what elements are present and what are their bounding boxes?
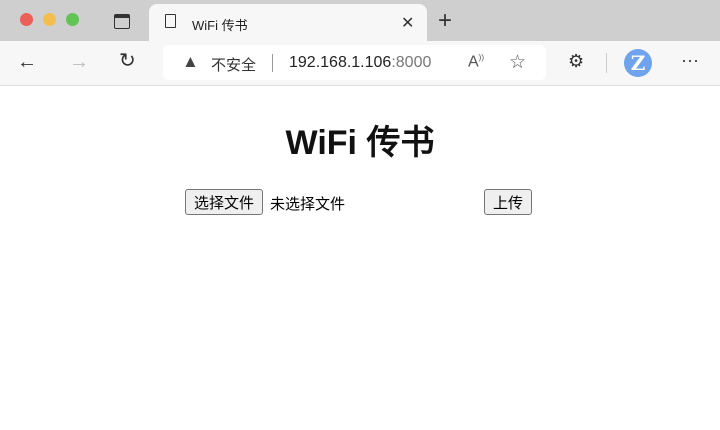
read-aloud-icon[interactable]: A)) bbox=[468, 54, 484, 70]
address-bar[interactable]: ▲ 不安全 192.168.1.106:8000 A)) ☆ bbox=[163, 45, 546, 80]
file-status: 未选择文件 bbox=[270, 195, 346, 213]
warning-icon: ▲ bbox=[182, 52, 199, 71]
active-tab[interactable]: WiFi 传书 ✕ bbox=[149, 4, 427, 42]
divider bbox=[606, 53, 607, 73]
extensions-icon[interactable]: ⚙ bbox=[568, 52, 584, 70]
minimize-window-button[interactable] bbox=[43, 13, 56, 26]
page-title: WiFi 传书 bbox=[285, 124, 435, 162]
upload-button[interactable]: 上传 bbox=[484, 189, 533, 215]
new-tab-icon[interactable]: + bbox=[438, 9, 452, 33]
add-favorite-icon[interactable]: ☆ bbox=[509, 53, 526, 72]
tab-title: WiFi 传书 bbox=[192, 18, 248, 33]
url-host: 192.168.1.106 bbox=[289, 54, 392, 71]
choose-file-button[interactable]: 选择文件 bbox=[185, 189, 264, 215]
security-label[interactable]: 不安全 bbox=[211, 54, 256, 75]
maximize-window-button[interactable] bbox=[66, 13, 79, 26]
url-port: :8000 bbox=[391, 54, 432, 71]
sidebar-tabs-icon[interactable] bbox=[114, 14, 130, 29]
close-window-button[interactable] bbox=[20, 13, 33, 26]
refresh-icon[interactable]: ↻ bbox=[119, 51, 136, 71]
toolbar: ← → ↻ ▲ 不安全 192.168.1.106:8000 A)) ☆ ⚙ Z… bbox=[0, 41, 720, 86]
forward-icon[interactable]: → bbox=[69, 52, 89, 72]
divider bbox=[272, 54, 273, 72]
close-tab-icon[interactable]: ✕ bbox=[401, 13, 414, 33]
page-icon bbox=[165, 14, 176, 28]
more-menu-icon[interactable]: ··· bbox=[681, 51, 699, 69]
back-icon[interactable]: ← bbox=[17, 52, 37, 72]
profile-avatar[interactable]: Z bbox=[624, 49, 652, 77]
tab-bar: WiFi 传书 ✕ + bbox=[0, 0, 720, 42]
